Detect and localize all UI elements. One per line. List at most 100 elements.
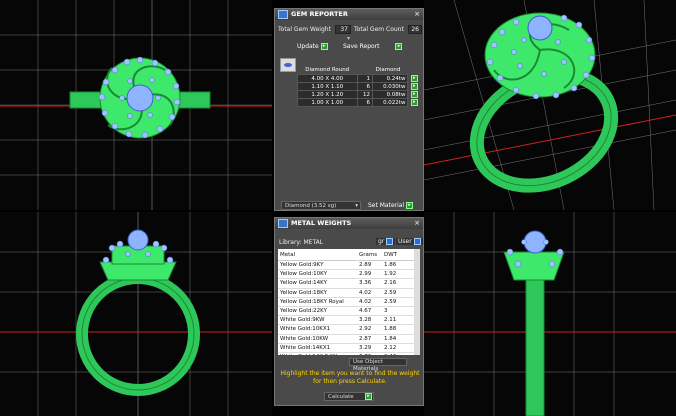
metal-name: Yellow Gold:22KY (278, 306, 357, 317)
metal-grams: 3.36 (357, 278, 382, 289)
gem-reporter-icon (278, 10, 288, 19)
metal-table-row[interactable]: White Gold:10KW 2.87 1.84 (278, 334, 420, 344)
ring-top-view (0, 0, 272, 210)
gem-weight: 0.022tw (372, 98, 409, 107)
metal-name: Yellow Gold:9KY (278, 260, 357, 271)
metal-table-row[interactable]: White Gold:9KW 3.28 2.11 (278, 315, 420, 326)
save-report-button[interactable]: Save Report ▸ (343, 43, 403, 50)
play-icon: ▸ (406, 202, 414, 209)
metal-table-row[interactable]: Yellow Gold:9KY 2.89 1.86 (278, 260, 420, 271)
metal-name: Yellow Gold:18KY (278, 288, 357, 298)
metal-weights-title: METAL WEIGHTS (291, 219, 352, 227)
unit-gr-label: gr (378, 238, 385, 245)
gem-table-header: Diamond Round Diamond (298, 65, 420, 75)
metal-table-row[interactable]: Yellow Gold:18KY 4.02 2.59 (278, 288, 420, 298)
diamond-thumbnail (280, 58, 296, 72)
ring-front-view (0, 212, 272, 416)
close-icon[interactable]: × (414, 9, 420, 20)
material-select[interactable]: Diamond (3.52 sg) ▾ (281, 201, 361, 210)
gem-count: 1 (356, 74, 374, 83)
gem-size: 4.00 X 4.00 (297, 74, 358, 83)
total-gem-count-label: Total Gem Count (354, 26, 404, 33)
close-icon[interactable]: × (414, 218, 420, 229)
gem-type-header: Diamond Round (305, 66, 350, 73)
unit-gr-toggle[interactable]: gr (376, 238, 396, 245)
metal-name: White Gold:14KX1 (278, 343, 357, 353)
grams-col-header: Grams (357, 249, 382, 261)
metal-list[interactable]: Metal Grams DWT Yellow Gold:9KY 2.89 1.86 Y… (278, 249, 420, 355)
metal-table-row[interactable]: Yellow Gold:14KY 3.36 2.16 (278, 278, 420, 289)
save-report-label: Save Report (343, 43, 380, 50)
calculate-label: Calculate (328, 394, 354, 400)
use-object-materials-button[interactable]: Use Object Materials (349, 358, 407, 372)
metal-weights-titlebar[interactable]: METAL WEIGHTS × (275, 218, 423, 229)
gem-size: 1.00 X 1.00 (297, 98, 358, 107)
material-select-value: Diamond (3.52 sg) (285, 203, 337, 209)
ring-side-view (424, 212, 676, 416)
unit-user-label: User (398, 238, 412, 245)
row-select-icon[interactable]: ▸ (410, 99, 418, 106)
metal-table-row[interactable]: Yellow Gold:18KY Royal 4.02 2.59 (278, 297, 420, 307)
gem-size: 1.10 X 1.10 (297, 82, 358, 91)
unit-user-toggle[interactable]: User (396, 238, 423, 245)
gem-table-row[interactable]: 1.00 X 1.00 6 0.022tw ▸ (297, 98, 419, 107)
play-icon: ▸ (395, 43, 403, 50)
row-select-icon[interactable]: ▸ (410, 75, 418, 82)
metal-grams: 3.76 (357, 352, 382, 355)
play-icon: ▸ (365, 393, 372, 400)
total-gem-count-value: 26 (408, 25, 422, 34)
expand-arrow-icon[interactable]: ▾ (347, 35, 350, 42)
metal-name: Yellow Gold:18KY Royal (278, 297, 357, 307)
library-label: Library: METAL (279, 239, 324, 246)
total-gem-weight-label: Total Gem Weight (278, 26, 331, 33)
metal-grams: 2.89 (357, 260, 382, 271)
metal-grams: 2.99 (357, 269, 382, 280)
metal-table-header: Metal Grams DWT (278, 249, 420, 261)
metal-table-row[interactable]: White Gold:14KX1 3.29 2.12 (278, 343, 420, 353)
chevron-down-icon: ▾ (355, 203, 358, 209)
play-icon: ▸ (320, 43, 328, 50)
gem-reporter-title: GEM REPORTER (291, 10, 348, 18)
metal-name: White Gold:10KW (278, 334, 357, 344)
gem-material-header: Diamond (375, 66, 401, 73)
radio-icon (413, 238, 421, 245)
metal-name: Yellow Gold:10KY (278, 269, 357, 280)
metal-table-row[interactable]: Yellow Gold:10KY 2.99 1.92 (278, 269, 420, 280)
metal-grams: 3.29 (357, 343, 382, 353)
update-button[interactable]: Update ▸ (297, 43, 328, 50)
metal-weights-panel: METAL WEIGHTS × Library: METAL gr User M… (274, 217, 424, 406)
set-material-button[interactable]: Set Material ▸ (368, 202, 414, 209)
metal-grams: 2.92 (357, 324, 382, 335)
set-material-label: Set Material (368, 202, 405, 209)
metal-grams: 2.87 (357, 334, 382, 344)
metal-name: Yellow Gold:14KY (278, 278, 357, 289)
metal-table-row[interactable]: White Gold:14K PdW3.762.42 (278, 352, 420, 355)
viewport-perspective[interactable] (424, 0, 676, 210)
metal-grams: 4.67 (357, 306, 382, 317)
viewport-side[interactable] (424, 212, 676, 416)
gem-table-row[interactable]: 1.20 X 1.20 12 0.08tw ▸ (297, 90, 419, 99)
metal-grams: 4.02 (357, 288, 382, 298)
metal-grams: 4.02 (357, 297, 382, 307)
gem-reporter-titlebar[interactable]: GEM REPORTER × (275, 9, 423, 20)
gem-table-row[interactable]: 1.10 X 1.10 6 0.030tw ▸ (297, 82, 419, 91)
gem-reporter-panel: GEM REPORTER × Total Gem Weight 37 Total… (274, 8, 424, 211)
gem-table: Diamond Round Diamond 4.00 X 4.00 1 0.24tw… (297, 65, 419, 107)
row-select-icon[interactable]: ▸ (410, 91, 418, 98)
calculate-instructions: Highlight the item you want to find the … (280, 370, 420, 385)
gem-count: 6 (356, 82, 374, 91)
metal-table-row[interactable]: Yellow Gold:22KY 4.67 3 (278, 306, 420, 317)
metal-weights-icon (278, 219, 288, 228)
gem-table-row[interactable]: 4.00 X 4.00 1 0.24tw ▸ (297, 74, 419, 83)
calculate-button[interactable]: Calculate ▸ (324, 392, 374, 401)
metal-grams: 3.28 (357, 315, 382, 326)
metal-list-scrollbar[interactable] (414, 249, 420, 355)
metal-name: White Gold:14K PdW (278, 352, 357, 355)
metal-col-header: Metal (278, 249, 357, 261)
row-select-icon[interactable]: ▸ (410, 83, 418, 90)
viewport-top[interactable] (0, 0, 272, 210)
viewport-front[interactable] (0, 212, 272, 416)
metal-table-row[interactable]: White Gold:10KX1 2.92 1.88 (278, 324, 420, 335)
metal-table: Metal Grams DWT Yellow Gold:9KY 2.89 1.86 Y… (278, 249, 420, 355)
total-gem-weight-value: 37 (335, 25, 351, 34)
